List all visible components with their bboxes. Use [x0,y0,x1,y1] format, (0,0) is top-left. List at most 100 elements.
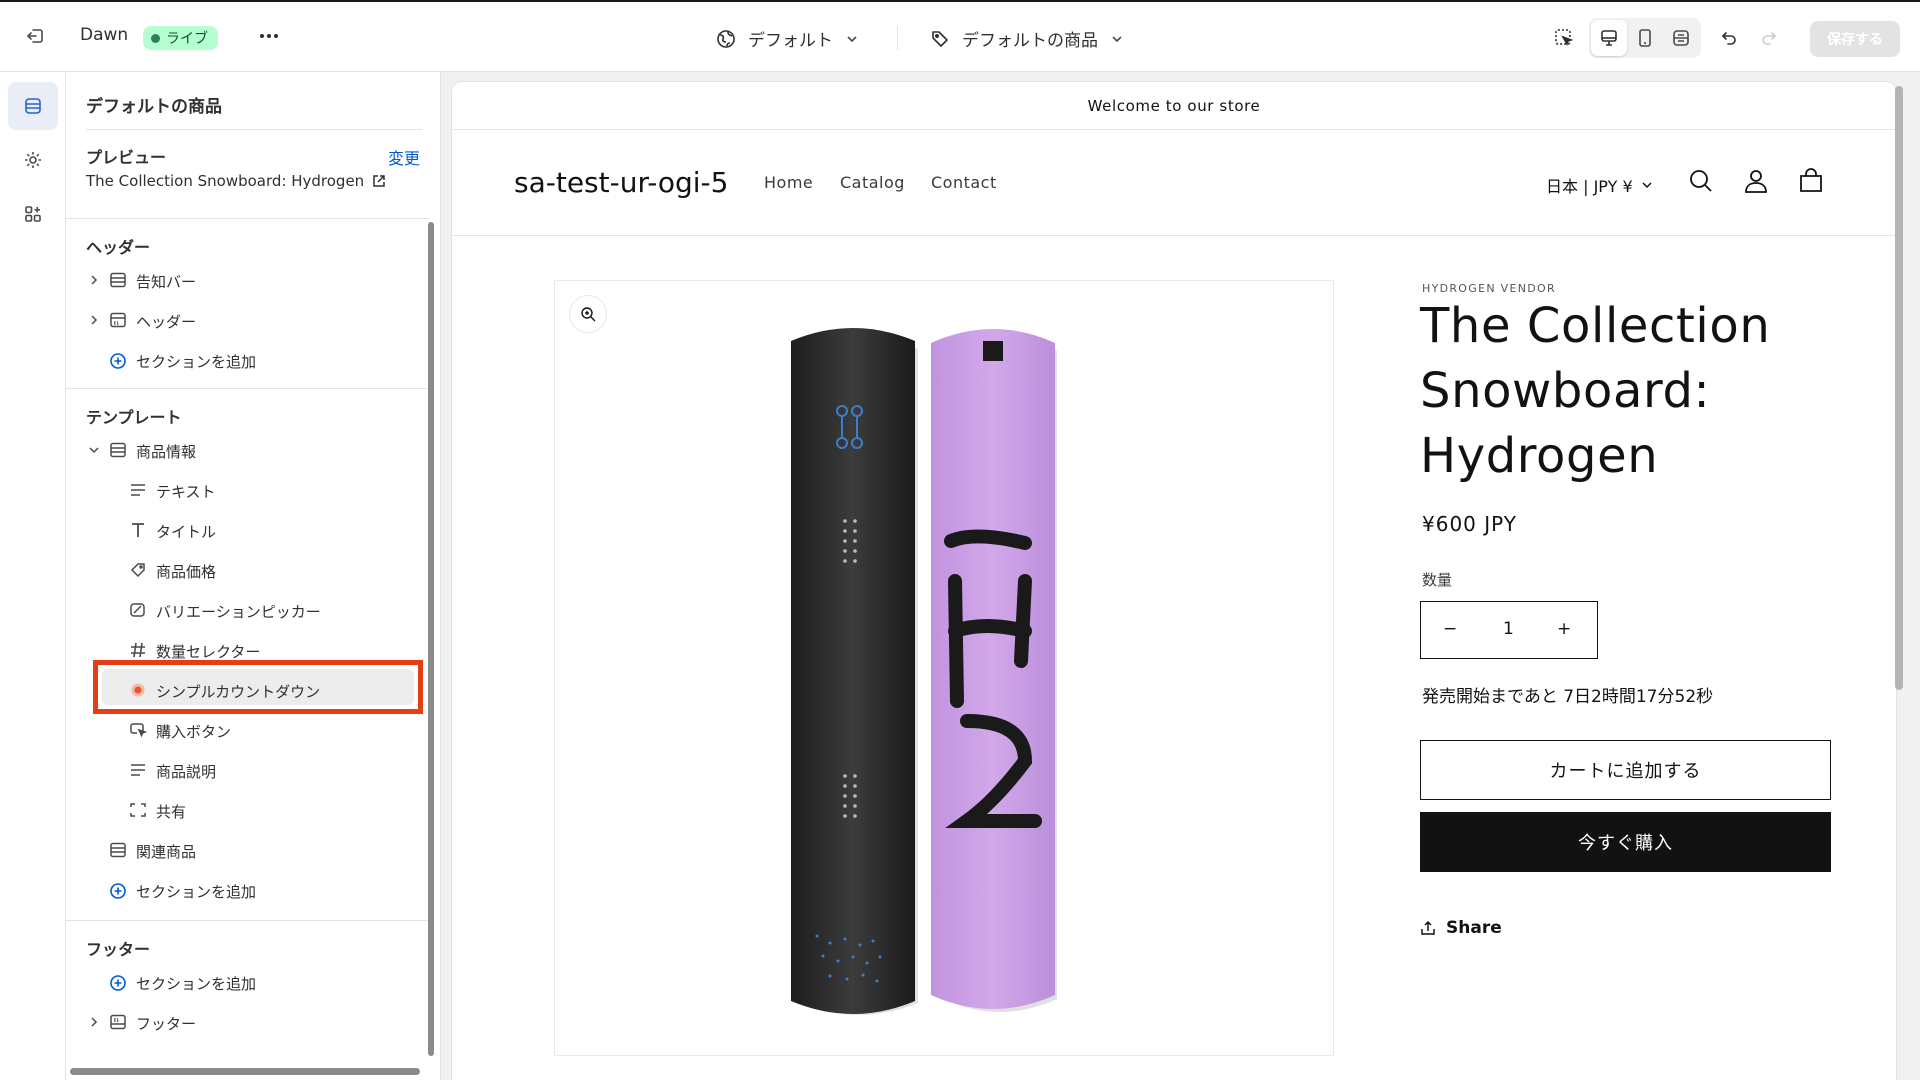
undo-button[interactable] [1711,20,1747,56]
nav-contact[interactable]: Contact [931,173,997,192]
more-actions-button[interactable] [251,18,287,54]
section-icon [109,272,127,292]
topbar-divider [897,26,898,50]
block-label: 商品価格 [156,563,217,581]
quantity-stepper: − 1 + [1420,601,1598,659]
section-header[interactable]: ヘッダー [66,304,426,336]
header-group-title: ヘッダー [86,238,151,257]
chevron-down-icon [845,32,859,46]
block-description[interactable]: 商品説明 [66,754,426,786]
cursor-click-icon [129,722,148,742]
nav-home[interactable]: Home [764,173,813,192]
share-button[interactable]: Share [1420,918,1502,938]
section-label: ヘッダー [136,313,197,331]
product-media[interactable] [554,280,1334,1056]
section-icon [109,442,127,462]
plus-circle-icon [109,352,127,374]
live-badge-label: ライブ [166,31,208,47]
chevron-down-icon [1641,179,1653,191]
block-label: 商品説明 [156,763,217,781]
preview-product-link[interactable]: The Collection Snowboard: Hydrogen [86,172,386,190]
panel-horizontal-scrollbar[interactable] [70,1068,420,1075]
page-dropdown[interactable]: デフォルトの商品 [930,26,1124,51]
block-label: 共有 [156,803,187,821]
sections-panel: デフォルトの商品 プレビュー 変更 The Collection Snowboa… [66,72,441,1080]
divider [66,218,430,219]
store-logo[interactable]: sa-test-ur-ogi-5 [514,166,728,199]
cursor-select-icon [1554,28,1574,48]
add-section-label: セクションを追加 [136,975,257,993]
section-icon [109,842,127,862]
block-variant-picker[interactable]: バリエーションピッカー [66,594,426,626]
redo-button[interactable] [1751,20,1787,56]
inspector-button[interactable] [1546,20,1582,56]
product-price: ¥600 JPY [1422,512,1517,536]
locale-label: 日本 | JPY ¥ [1546,177,1633,196]
account-icon[interactable] [1743,168,1769,198]
quantity-decrease-button[interactable]: − [1443,619,1457,639]
block-buy-buttons[interactable]: 購入ボタン [66,714,426,746]
hash-icon [129,642,147,662]
title-t-icon [129,522,147,542]
mobile-view-button[interactable] [1627,20,1663,56]
preview-product-name: The Collection Snowboard: Hydrogen [86,172,365,190]
apps-icon [23,204,43,224]
quantity-input[interactable]: 1 [1503,619,1514,639]
text-lines-icon [129,762,147,782]
preview-label: プレビュー [86,148,167,167]
add-to-cart-button[interactable]: カートに追加する [1420,740,1831,800]
template-group-title: テンプレート [86,408,182,427]
section-related-products[interactable]: 関連商品 [66,834,426,866]
divider [86,129,422,130]
rail-apps-button[interactable] [8,190,58,238]
chevron-down-icon [1110,32,1124,46]
fullwidth-view-button[interactable] [1663,20,1699,56]
theme-name: Dawn [80,25,129,45]
add-section-header[interactable]: セクションを追加 [66,344,426,376]
ellipsis-icon [259,33,279,39]
section-footer[interactable]: フッター [66,1006,426,1038]
plus-circle-icon [109,882,127,904]
divider [66,388,430,389]
buy-now-button[interactable]: 今すぐ購入 [1420,812,1831,872]
cart-icon[interactable] [1798,168,1824,198]
search-icon[interactable] [1688,168,1714,198]
share-icon [1420,920,1436,936]
chevron-right-icon [88,1015,100,1033]
preview-change-link[interactable]: 変更 [388,145,420,169]
editor-nav-rail [0,72,66,1080]
chevron-right-icon [88,313,100,331]
undo-icon [1720,29,1738,47]
save-button[interactable]: 保存する [1810,21,1900,57]
section-label: 関連商品 [136,843,197,861]
nav-catalog[interactable]: Catalog [840,173,905,192]
fullscreen-icon [1672,29,1690,47]
block-price[interactable]: 商品価格 [66,554,426,586]
rail-settings-button[interactable] [8,136,58,184]
section-label: 告知バー [136,273,197,291]
desktop-view-button[interactable] [1591,20,1627,56]
exit-button[interactable] [17,18,53,54]
block-text[interactable]: テキスト [66,474,426,506]
globe-icon [716,29,736,49]
countdown-timer: 発売開始まであと 7日2時間17分52秒 [1422,687,1714,707]
section-product-info[interactable]: 商品情報 [66,434,426,466]
rail-sections-button[interactable] [8,82,58,130]
share-label: Share [1446,918,1502,938]
preview-scrollbar[interactable] [1895,86,1903,690]
template-dropdown[interactable]: デフォルト [716,26,859,51]
store-preview-frame: Welcome to our store sa-test-ur-ogi-5 Ho… [452,82,1896,1080]
quantity-increase-button[interactable]: + [1557,619,1571,639]
text-lines-icon [129,482,147,502]
panel-scrollbar[interactable] [428,222,434,1056]
add-section-footer[interactable]: セクションを追加 [66,966,426,998]
footer-group-title: フッター [86,940,151,959]
block-label: 購入ボタン [156,723,232,741]
redo-icon [1760,29,1778,47]
block-title[interactable]: タイトル [66,514,426,546]
locale-selector[interactable]: 日本 | JPY ¥ [1546,173,1653,197]
block-share[interactable]: 共有 [66,794,426,826]
section-announcement-bar[interactable]: 告知バー [66,264,426,296]
add-section-template[interactable]: セクションを追加 [66,874,426,906]
section-label: フッター [136,1015,197,1033]
